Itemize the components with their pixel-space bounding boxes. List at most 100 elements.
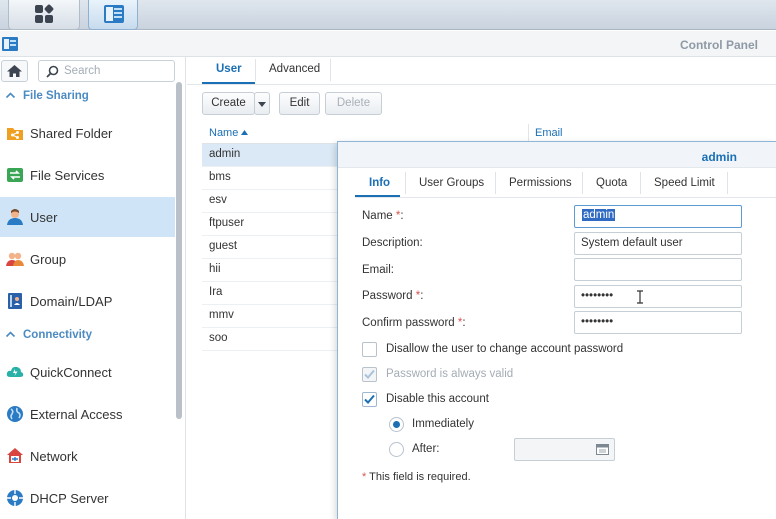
column-email[interactable]: Email <box>535 127 563 139</box>
table-row[interactable]: soo <box>202 328 342 351</box>
required-mark: * <box>362 471 367 483</box>
disallow-change-label: Disallow the user to change account pass… <box>386 343 624 355</box>
create-button[interactable]: Create <box>202 92 255 115</box>
caret-down-icon <box>258 102 266 107</box>
password-label: Password *: <box>362 290 423 302</box>
control-panel-icon <box>104 5 124 23</box>
taskbar <box>0 0 776 30</box>
disable-account-checkbox[interactable] <box>362 392 377 407</box>
sidebar-item-label: File Services <box>30 168 105 183</box>
tab-user[interactable]: User <box>216 63 242 75</box>
expiry-date-field[interactable] <box>514 438 615 461</box>
user-name-cell: soo <box>209 332 228 344</box>
search-input[interactable]: Search <box>38 60 175 82</box>
section-file-sharing[interactable]: File Sharing <box>0 87 175 107</box>
tabs-divider <box>355 197 776 198</box>
email-label: Email: <box>362 264 394 276</box>
table-row[interactable]: Ira <box>202 282 342 305</box>
dialog-title: admin <box>701 150 737 164</box>
confirm-password-field-value: •••••••• <box>581 316 614 328</box>
delete-button[interactable]: Delete <box>325 92 382 115</box>
name-label-text: Name <box>362 210 393 222</box>
table-row[interactable]: admin <box>202 144 342 167</box>
calendar-icon[interactable] <box>596 443 609 455</box>
tab-divider <box>405 172 406 194</box>
disallow-change-checkbox[interactable] <box>362 342 377 357</box>
password-always-valid-checkbox[interactable] <box>362 367 377 382</box>
sidebar-item-label: Domain/LDAP <box>30 294 113 309</box>
text-cursor-icon <box>637 290 643 304</box>
sidebar-item-file-services[interactable]: File Services <box>0 155 175 195</box>
home-button[interactable] <box>1 60 28 82</box>
description-label: Description: <box>362 237 423 249</box>
name-field-value: admin <box>582 209 616 221</box>
tab-quota[interactable]: Quota <box>596 177 627 189</box>
table-row[interactable]: ftpuser <box>202 213 342 236</box>
confirm-password-field[interactable]: •••••••• <box>574 311 742 334</box>
section-label: Connectivity <box>23 329 93 341</box>
column-name[interactable]: Name <box>209 127 249 139</box>
main-menu-icon <box>35 3 55 23</box>
create-button-label: Create <box>211 97 246 109</box>
password-field-value: •••••••• <box>581 290 614 302</box>
table-row[interactable]: esv <box>202 190 342 213</box>
email-field[interactable] <box>574 258 742 281</box>
password-always-valid-label: Password is always valid <box>386 368 514 380</box>
label-colon: : <box>462 317 466 329</box>
password-field[interactable]: •••••••• <box>574 285 742 308</box>
tab-permissions[interactable]: Permissions <box>509 177 572 189</box>
table-row[interactable]: mmv <box>202 305 342 328</box>
table-row[interactable]: guest <box>202 236 342 259</box>
sidebar-item-label: Network <box>30 449 78 464</box>
sidebar-item-group[interactable]: Group <box>0 239 175 279</box>
sidebar: Search File Sharing Shared Folder File S… <box>0 57 186 519</box>
shared-folder-icon <box>7 128 23 140</box>
tab-info[interactable]: Info <box>369 177 390 189</box>
sidebar-item-domain-ldap[interactable]: Domain/LDAP <box>0 281 175 321</box>
quickconnect-icon <box>6 366 24 377</box>
tab-divider <box>640 172 641 194</box>
name-field[interactable]: admin <box>574 205 742 228</box>
tab-speed-limit[interactable]: Speed Limit <box>654 177 715 189</box>
immediately-radio[interactable] <box>389 417 404 432</box>
edit-button[interactable]: Edit <box>279 92 320 115</box>
user-name-cell: admin <box>209 148 241 160</box>
sidebar-item-label: DHCP Server <box>30 491 109 506</box>
user-name-cell: guest <box>209 240 238 252</box>
tab-advanced[interactable]: Advanced <box>269 63 320 75</box>
user-name-cell: mmv <box>209 309 234 321</box>
edit-button-label: Edit <box>289 97 310 109</box>
sidebar-item-network[interactable]: Network <box>0 436 175 476</box>
sidebar-item-label: QuickConnect <box>30 365 112 380</box>
checkmark-icon <box>364 369 375 379</box>
table-row[interactable]: bms <box>202 167 342 190</box>
after-radio[interactable] <box>389 442 404 457</box>
control-panel-taskbar-button[interactable] <box>88 0 138 30</box>
sidebar-item-external-access[interactable]: External Access <box>0 394 175 434</box>
sidebar-item-label: User <box>30 210 58 225</box>
table-row[interactable]: hii <box>202 259 342 282</box>
user-name-cell: bms <box>209 171 231 183</box>
sidebar-scrollbar[interactable] <box>176 82 182 419</box>
create-dropdown-button[interactable] <box>254 92 270 115</box>
sidebar-item-dhcp-server[interactable]: DHCP Server <box>0 478 175 518</box>
section-connectivity[interactable]: Connectivity <box>0 326 175 346</box>
checkmark-icon <box>364 394 375 404</box>
tab-divider <box>495 172 496 194</box>
description-field[interactable]: System default user <box>574 232 742 255</box>
network-home-icon <box>7 448 23 463</box>
after-label: After: <box>412 443 440 455</box>
confirm-password-label-text: Confirm password <box>362 317 455 329</box>
sidebar-item-shared-folder[interactable]: Shared Folder <box>0 113 175 153</box>
search-icon <box>46 65 59 78</box>
sidebar-item-user[interactable]: User <box>0 197 175 237</box>
tab-user-groups[interactable]: User Groups <box>419 177 484 189</box>
dhcp-server-icon <box>7 490 23 506</box>
chevron-up-icon <box>5 331 16 338</box>
tabs-divider <box>187 84 776 85</box>
sidebar-item-quickconnect[interactable]: QuickConnect <box>0 352 175 392</box>
search-placeholder: Search <box>64 65 101 77</box>
globe-icon <box>7 406 23 422</box>
main-menu-button[interactable] <box>8 0 80 30</box>
dialog-header: admin <box>338 142 776 168</box>
